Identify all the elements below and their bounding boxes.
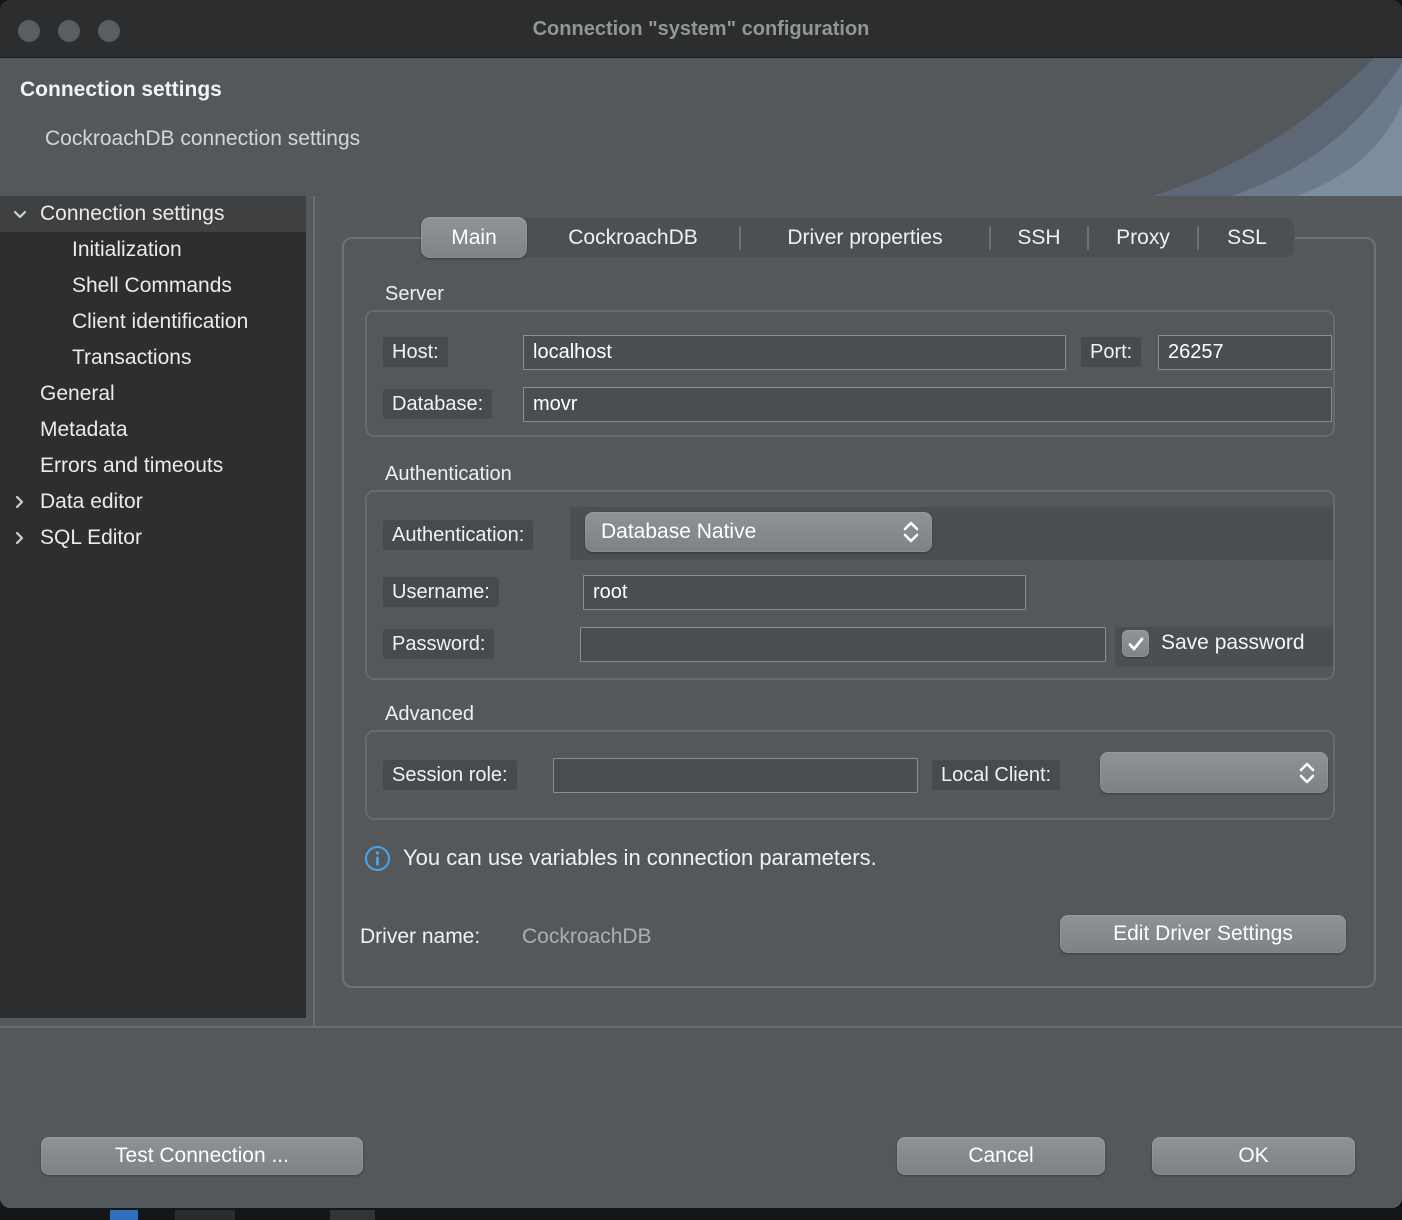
- chevron-right-icon[interactable]: [10, 528, 30, 548]
- titlebar: Connection "system" configuration: [0, 0, 1402, 58]
- test-connection-button[interactable]: Test Connection ...: [41, 1137, 363, 1175]
- sidebar-item-metadata[interactable]: Metadata: [0, 412, 306, 448]
- cancel-button[interactable]: Cancel: [897, 1137, 1105, 1175]
- advanced-group-title: Advanced: [385, 703, 474, 726]
- sidebar-item-client-identification[interactable]: Client identification: [0, 304, 306, 340]
- sidebar-item-sql-editor[interactable]: SQL Editor: [0, 520, 306, 556]
- header-subtitle: CockroachDB connection settings: [45, 127, 360, 151]
- tab-bar: Main CockroachDB Driver properties SSH P…: [421, 217, 1295, 258]
- sidebar-item-errors-and-timeouts[interactable]: Errors and timeouts: [0, 448, 306, 484]
- tab-ssl[interactable]: SSL: [1199, 217, 1295, 258]
- authentication-label: Authentication:: [383, 520, 533, 550]
- background-app-sliver: [175, 1210, 235, 1220]
- connection-configuration-dialog: Connection "system" configuration Connec…: [0, 0, 1402, 1220]
- tab-ssh[interactable]: SSH: [991, 217, 1087, 258]
- up-down-arrows-icon: [1296, 759, 1318, 787]
- tab-proxy[interactable]: Proxy: [1089, 217, 1197, 258]
- server-group-title: Server: [385, 283, 444, 306]
- username-label: Username:: [383, 577, 499, 607]
- port-label: Port:: [1081, 337, 1141, 367]
- local-client-label: Local Client:: [932, 760, 1060, 790]
- sidebar-item-initialization[interactable]: Initialization: [0, 232, 306, 268]
- tab-driver-properties[interactable]: Driver properties: [741, 217, 989, 258]
- save-password-checkbox[interactable]: [1122, 630, 1149, 657]
- chevron-right-icon[interactable]: [10, 492, 30, 512]
- dialog-window: Connection "system" configuration Connec…: [0, 0, 1402, 1208]
- sidebar-item-general[interactable]: General: [0, 376, 306, 412]
- driver-name-label: Driver name:: [360, 925, 480, 949]
- desktop-background: [0, 1208, 1402, 1220]
- info-message: You can use variables in connection para…: [403, 845, 877, 871]
- sidebar-item-data-editor[interactable]: Data editor: [0, 484, 306, 520]
- header-decoration: [1082, 58, 1402, 196]
- checkmark-icon: [1126, 634, 1146, 654]
- authentication-group-title: Authentication: [385, 463, 512, 486]
- ok-button[interactable]: OK: [1152, 1137, 1355, 1175]
- username-input[interactable]: [583, 575, 1026, 610]
- port-input[interactable]: [1158, 335, 1332, 370]
- tab-main[interactable]: Main: [421, 217, 527, 258]
- database-input[interactable]: [523, 387, 1332, 422]
- local-client-select[interactable]: [1100, 752, 1328, 793]
- window-title: Connection "system" configuration: [0, 0, 1402, 58]
- info-icon: [364, 845, 391, 872]
- sidebar-item-shell-commands[interactable]: Shell Commands: [0, 268, 306, 304]
- host-input[interactable]: [523, 335, 1066, 370]
- header-title: Connection settings: [20, 78, 222, 102]
- password-input[interactable]: [580, 627, 1106, 662]
- save-password-label[interactable]: Save password: [1161, 631, 1305, 655]
- database-label: Database:: [383, 389, 492, 419]
- auth-type-select[interactable]: Database Native: [585, 512, 932, 552]
- sidebar-divider: [313, 196, 315, 1027]
- settings-tree: Connection settings Initialization Shell…: [0, 196, 306, 1018]
- sidebar-item-transactions[interactable]: Transactions: [0, 340, 306, 376]
- driver-name-value: CockroachDB: [522, 925, 652, 949]
- edit-driver-settings-button[interactable]: Edit Driver Settings: [1060, 915, 1346, 953]
- host-label: Host:: [383, 337, 448, 367]
- up-down-arrows-icon: [900, 518, 922, 546]
- password-label: Password:: [383, 629, 494, 659]
- background-app-sliver: [330, 1210, 375, 1220]
- background-app-sliver: [110, 1210, 138, 1220]
- session-role-label: Session role:: [383, 760, 517, 790]
- chevron-down-icon[interactable]: [10, 204, 30, 224]
- sidebar-item-connection-settings[interactable]: Connection settings: [0, 196, 306, 232]
- dialog-header: Connection settings CockroachDB connecti…: [0, 58, 1402, 196]
- tab-cockroachdb[interactable]: CockroachDB: [527, 217, 739, 258]
- dialog-footer: [0, 1028, 1402, 1208]
- session-role-input[interactable]: [553, 758, 918, 793]
